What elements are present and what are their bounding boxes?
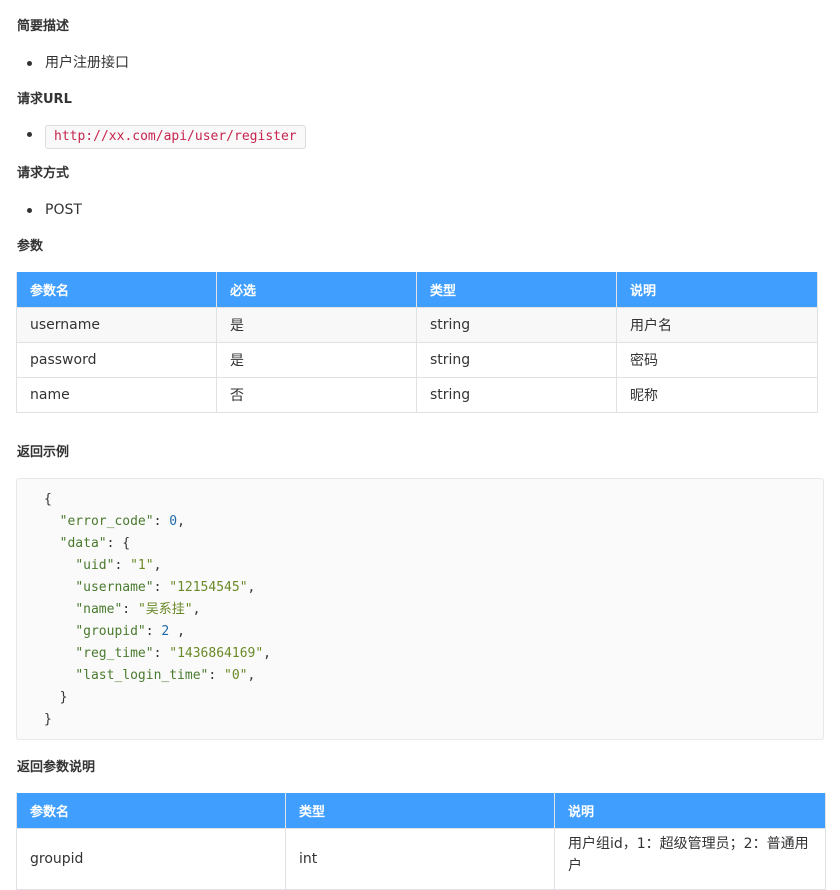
section-title-method: 请求方式	[17, 166, 70, 181]
table-cell: 否	[216, 377, 417, 413]
table-cell: 密码	[616, 342, 818, 378]
code-line: "username": "12154545",	[75, 580, 256, 595]
table-cell: 是	[216, 342, 417, 378]
table-row: groupid int 用户组id，1：超级管理员；2：普通用户	[16, 828, 826, 890]
code-line: }	[44, 712, 52, 727]
table-row: username 是 string 用户名	[16, 307, 818, 343]
code-line: {	[44, 492, 52, 507]
header-cell: 参数名	[16, 272, 217, 308]
table-cell: 用户组id，1：超级管理员；2：普通用户	[554, 828, 826, 890]
table-cell: username	[16, 307, 217, 343]
code-line: "data": {	[59, 536, 131, 551]
code-line: "name": "吴系挂",	[75, 602, 201, 617]
table-cell: string	[416, 377, 617, 413]
method-list: POST	[27, 200, 82, 220]
table-cell: 用户名	[616, 307, 818, 343]
header-cell: 参数名	[16, 793, 286, 829]
table-cell: string	[416, 342, 617, 378]
table-cell: groupid	[16, 828, 286, 890]
description-list: 用户注册接口	[27, 53, 129, 73]
method-item: POST	[27, 200, 82, 220]
header-cell: 类型	[416, 272, 617, 308]
table-cell: string	[416, 307, 617, 343]
code-line: "error_code": 0,	[59, 514, 185, 529]
table-row: name 否 string 昵称	[16, 377, 818, 413]
header-cell: 必选	[216, 272, 417, 308]
section-title-description: 简要描述	[17, 19, 70, 34]
code-line: "groupid": 2 ,	[75, 624, 185, 639]
code-line: "last_login_time": "0",	[75, 668, 256, 683]
description-item: 用户注册接口	[27, 53, 129, 73]
section-title-params: 参数	[17, 239, 44, 254]
params-table-header: 参数名 必选 类型 说明	[16, 272, 818, 308]
header-cell: 说明	[554, 793, 826, 829]
request-url-code: http://xx.com/api/user/register	[45, 125, 306, 149]
table-cell: 昵称	[616, 377, 818, 413]
return-example-code-block: { "error_code": 0, "data": { "uid": "1",…	[16, 478, 824, 740]
table-cell: 是	[216, 307, 417, 343]
url-item: http://xx.com/api/user/register	[27, 124, 306, 149]
code-line: "reg_time": "1436864169",	[75, 646, 271, 661]
table-cell: password	[16, 342, 217, 378]
header-cell: 类型	[285, 793, 555, 829]
table-cell: name	[16, 377, 217, 413]
code-line: "uid": "1",	[75, 558, 162, 573]
section-title-return-example: 返回示例	[17, 445, 70, 460]
header-cell: 说明	[616, 272, 818, 308]
url-list: http://xx.com/api/user/register	[27, 124, 306, 149]
return-table-header: 参数名 类型 说明	[16, 793, 826, 829]
section-title-return-params: 返回参数说明	[17, 760, 96, 775]
params-table: 参数名 必选 类型 说明 username 是 string 用户名 passw…	[16, 272, 818, 413]
code-line: }	[59, 690, 68, 705]
return-params-table: 参数名 类型 说明 groupid int 用户组id，1：超级管理员；2：普通…	[16, 793, 826, 890]
table-cell: int	[285, 828, 555, 890]
section-title-url: 请求URL	[17, 92, 72, 107]
table-row: password 是 string 密码	[16, 342, 818, 378]
